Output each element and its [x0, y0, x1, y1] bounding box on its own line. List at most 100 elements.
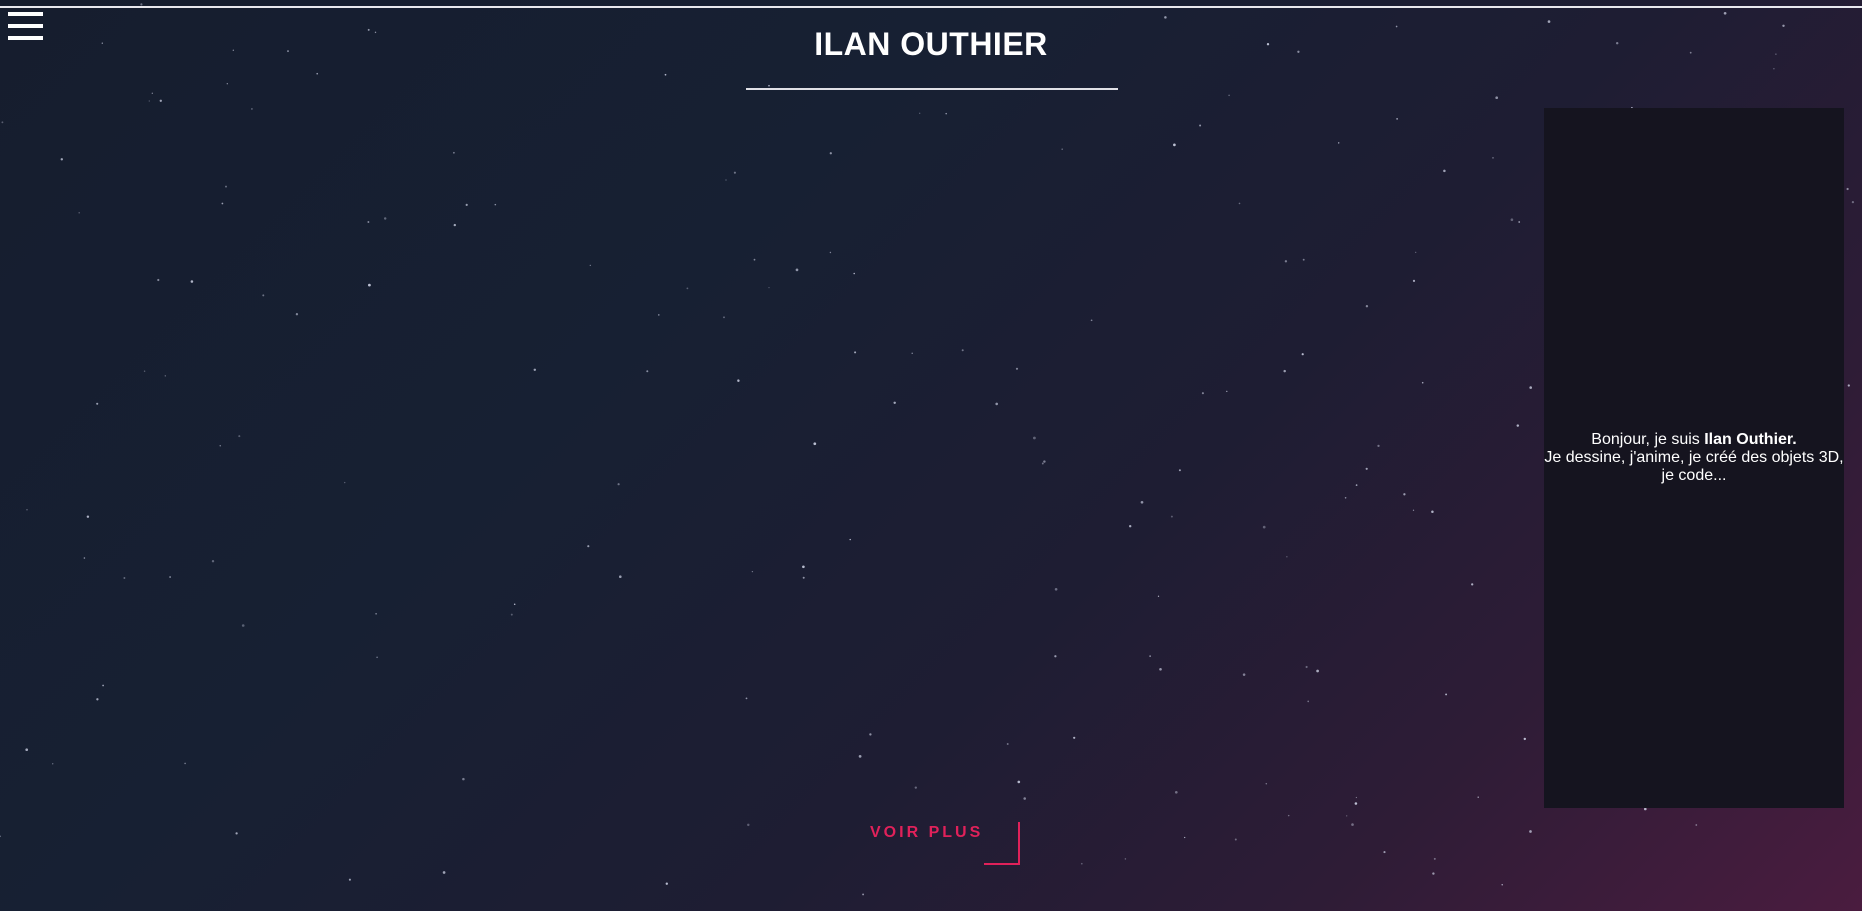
star — [829, 251, 832, 254]
star — [1173, 143, 1176, 147]
star — [123, 577, 126, 579]
star — [26, 509, 28, 511]
star — [1471, 583, 1474, 586]
star — [1226, 390, 1228, 393]
star — [368, 283, 371, 287]
star — [1529, 830, 1532, 833]
star — [184, 762, 186, 765]
star — [945, 112, 947, 115]
star — [1286, 556, 1288, 558]
star — [1178, 469, 1181, 472]
star — [1149, 655, 1151, 657]
star — [745, 697, 748, 700]
star — [1443, 169, 1446, 173]
star — [453, 223, 456, 227]
star — [813, 442, 817, 446]
star — [1695, 824, 1698, 826]
star — [1365, 467, 1368, 470]
voir-plus-button[interactable]: VOIR PLUS — [870, 822, 1020, 866]
star — [102, 684, 104, 687]
star — [1445, 693, 1448, 696]
star — [96, 402, 99, 405]
star — [1316, 669, 1319, 673]
star — [1287, 814, 1290, 817]
star — [60, 158, 63, 161]
star — [190, 280, 194, 283]
star — [617, 483, 620, 486]
star — [1041, 462, 1044, 465]
star — [25, 748, 29, 752]
star — [589, 264, 591, 267]
star — [1305, 665, 1308, 669]
star — [1415, 251, 1417, 253]
star — [83, 557, 86, 559]
star — [1043, 460, 1046, 463]
intro-panel: Bonjour, je suis Ilan Outhier. Je dessin… — [1544, 108, 1844, 808]
star — [1054, 655, 1057, 658]
star — [1773, 67, 1775, 70]
star — [723, 316, 725, 319]
star — [914, 786, 917, 789]
star — [219, 445, 221, 447]
star — [262, 294, 265, 297]
star — [1477, 796, 1479, 798]
star — [1412, 279, 1416, 282]
star — [658, 314, 660, 316]
star — [1643, 807, 1647, 811]
star — [737, 379, 740, 382]
star — [768, 287, 770, 289]
star — [86, 515, 90, 518]
star — [725, 179, 727, 181]
star — [1396, 118, 1398, 120]
star — [1170, 515, 1173, 518]
star — [1, 121, 4, 124]
star — [802, 576, 805, 579]
star — [829, 152, 832, 155]
star — [241, 624, 245, 627]
star — [1851, 200, 1855, 204]
star — [869, 733, 872, 736]
star — [533, 368, 537, 372]
star — [1073, 736, 1076, 739]
star — [442, 871, 446, 874]
star — [1302, 258, 1305, 261]
star — [1432, 872, 1435, 875]
star — [348, 878, 351, 881]
star — [510, 613, 513, 616]
star — [169, 576, 172, 578]
star — [1080, 862, 1083, 865]
star — [733, 171, 736, 174]
star — [1164, 16, 1167, 19]
star — [862, 893, 865, 896]
star — [78, 212, 80, 214]
star — [849, 538, 851, 541]
star — [96, 698, 99, 701]
star — [1354, 802, 1358, 805]
star — [1265, 783, 1268, 785]
star — [1516, 424, 1520, 427]
star — [753, 258, 756, 261]
star — [1383, 851, 1386, 854]
star — [1492, 157, 1494, 159]
star — [1518, 221, 1521, 223]
star — [1124, 858, 1127, 860]
star — [1547, 20, 1551, 23]
voir-plus-label: VOIR PLUS — [870, 824, 984, 841]
star — [465, 203, 468, 206]
star — [853, 272, 855, 275]
star — [1338, 142, 1340, 144]
star — [295, 313, 299, 316]
star — [1365, 305, 1369, 308]
intro-name: Ilan Outhier. — [1704, 431, 1797, 448]
star — [1242, 673, 1246, 676]
star — [1529, 386, 1532, 389]
star — [1433, 857, 1436, 860]
star — [1377, 444, 1380, 448]
star — [226, 83, 228, 85]
star — [1523, 737, 1527, 741]
star — [1157, 595, 1160, 597]
star — [1054, 587, 1058, 591]
star — [376, 656, 378, 659]
star — [1090, 319, 1093, 322]
star — [1033, 436, 1036, 440]
